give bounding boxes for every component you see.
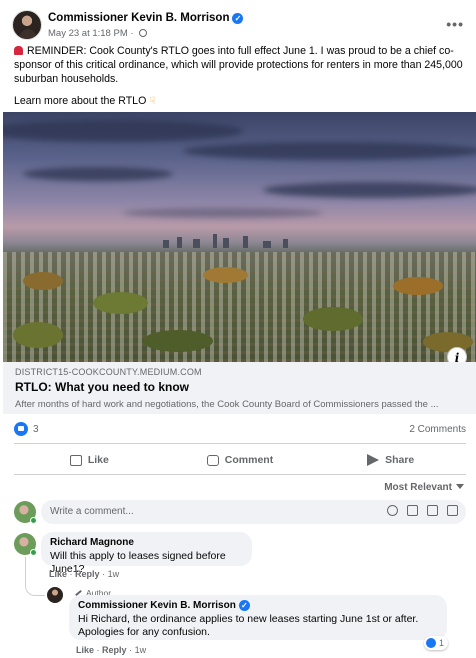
share-label: Share: [385, 454, 415, 466]
author-avatar[interactable]: [12, 10, 42, 40]
comment-reply-link[interactable]: Reply: [75, 569, 100, 579]
facebook-post: Commissioner Kevin B. Morrison ✓ May 23 a…: [0, 0, 476, 658]
more-options-icon[interactable]: •••: [446, 16, 464, 32]
comment-actions: Like · Reply · 1w: [49, 569, 119, 579]
share-arrow-icon: [367, 454, 380, 466]
link-preview[interactable]: DISTRICT15-COOKCOUNTY.MEDIUM.COM RTLO: W…: [3, 362, 476, 414]
comment-age[interactable]: 1w: [108, 569, 120, 579]
reply-reactions[interactable]: 1: [424, 636, 449, 650]
commenter-name[interactable]: Richard Magnone: [50, 537, 243, 548]
sky-cloud: [183, 142, 476, 160]
sort-label: Most Relevant: [384, 482, 452, 493]
post-paragraph-1: REMINDER: Cook County's RTLO goes into f…: [14, 45, 463, 85]
meta-separator: ·: [69, 569, 73, 579]
author-name[interactable]: Commissioner Kevin B. Morrison: [48, 12, 229, 24]
comment-input[interactable]: Write a comment...: [41, 500, 466, 524]
reply-reply-link[interactable]: Reply: [102, 645, 127, 655]
online-status-dot: [30, 517, 37, 524]
verified-badge-icon: ✓: [238, 600, 250, 611]
reply-like-link[interactable]: Like: [76, 645, 94, 655]
author-name-row: Commissioner Kevin B. Morrison ✓: [48, 12, 244, 24]
sky-cloud: [3, 120, 243, 142]
emoji-icon[interactable]: [387, 505, 398, 516]
comments-count[interactable]: 2 Comments: [409, 424, 466, 435]
share-button[interactable]: Share: [315, 450, 466, 470]
reply-author-avatar[interactable]: [47, 587, 63, 603]
sticker-icon[interactable]: [447, 505, 458, 516]
pointing-down-icon: ☟: [149, 96, 156, 107]
link-description: After months of hard work and negotiatio…: [15, 399, 439, 410]
suburban-houses: [3, 252, 476, 362]
reply-thread-line: [25, 557, 45, 596]
link-title[interactable]: RTLO: What you need to know: [15, 380, 464, 394]
reply-bubble: Commissioner Kevin B. Morrison ✓ Hi Richa…: [69, 595, 447, 640]
sky-cloud: [23, 167, 173, 181]
link-domain: DISTRICT15-COOKCOUNTY.MEDIUM.COM: [15, 367, 202, 377]
meta-separator: ·: [102, 569, 106, 579]
comment-label: Comment: [224, 454, 274, 466]
link-preview-image[interactable]: [3, 112, 476, 362]
online-status-dot: [30, 549, 37, 556]
divider: [14, 474, 466, 475]
globe-icon: [139, 29, 148, 37]
comment-placeholder: Write a comment...: [50, 506, 134, 517]
speech-bubble-icon: [206, 454, 219, 466]
post-header: Commissioner Kevin B. Morrison ✓ May 23 a…: [12, 10, 464, 42]
reply-text: Hi Richard, the ordinance applies to new…: [78, 613, 419, 638]
camera-icon[interactable]: [407, 505, 418, 516]
like-reaction-icon: [426, 638, 436, 648]
like-reaction-icon[interactable]: [14, 422, 28, 436]
divider: [14, 443, 466, 444]
siren-icon: [14, 46, 23, 55]
comment-sort-dropdown[interactable]: Most Relevant: [384, 482, 464, 493]
comment-button[interactable]: Comment: [165, 450, 316, 470]
reply-age[interactable]: 1w: [135, 645, 147, 655]
comment-bubble: Richard Magnone Will this apply to lease…: [41, 532, 252, 575]
post-body: REMINDER: Cook County's RTLO goes into f…: [14, 44, 466, 117]
meta-separator: ·: [129, 645, 133, 655]
gif-icon[interactable]: [427, 505, 438, 516]
reply-author-row: Commissioner Kevin B. Morrison ✓: [78, 600, 438, 611]
meta-separator: ·: [130, 28, 134, 39]
thumbs-up-icon: [69, 454, 82, 466]
caret-down-icon: [456, 484, 464, 489]
reaction-count[interactable]: 3: [33, 424, 39, 435]
like-label: Like: [87, 454, 109, 466]
reply-author-name[interactable]: Commissioner Kevin B. Morrison: [78, 600, 236, 611]
sky-cloud: [263, 182, 476, 198]
compose-icons: [387, 505, 458, 516]
post-paragraph-2: Learn more about the RTLO: [14, 95, 147, 107]
post-timestamp[interactable]: May 23 at 1:18 PM: [48, 28, 128, 39]
comment-like-link[interactable]: Like: [49, 569, 67, 579]
like-button[interactable]: Like: [14, 450, 165, 470]
reaction-stats: 3 2 Comments: [14, 422, 466, 440]
sky-cloud: [123, 208, 323, 218]
post-meta: May 23 at 1:18 PM ·: [48, 28, 148, 39]
reply-actions: Like · Reply · 1w: [76, 645, 146, 655]
reply-reaction-count: 1: [439, 638, 445, 648]
meta-separator: ·: [96, 645, 100, 655]
post-actions: Like Comment Share: [14, 450, 466, 470]
verified-badge-icon: ✓: [232, 13, 244, 24]
city-skyline: [153, 234, 313, 248]
